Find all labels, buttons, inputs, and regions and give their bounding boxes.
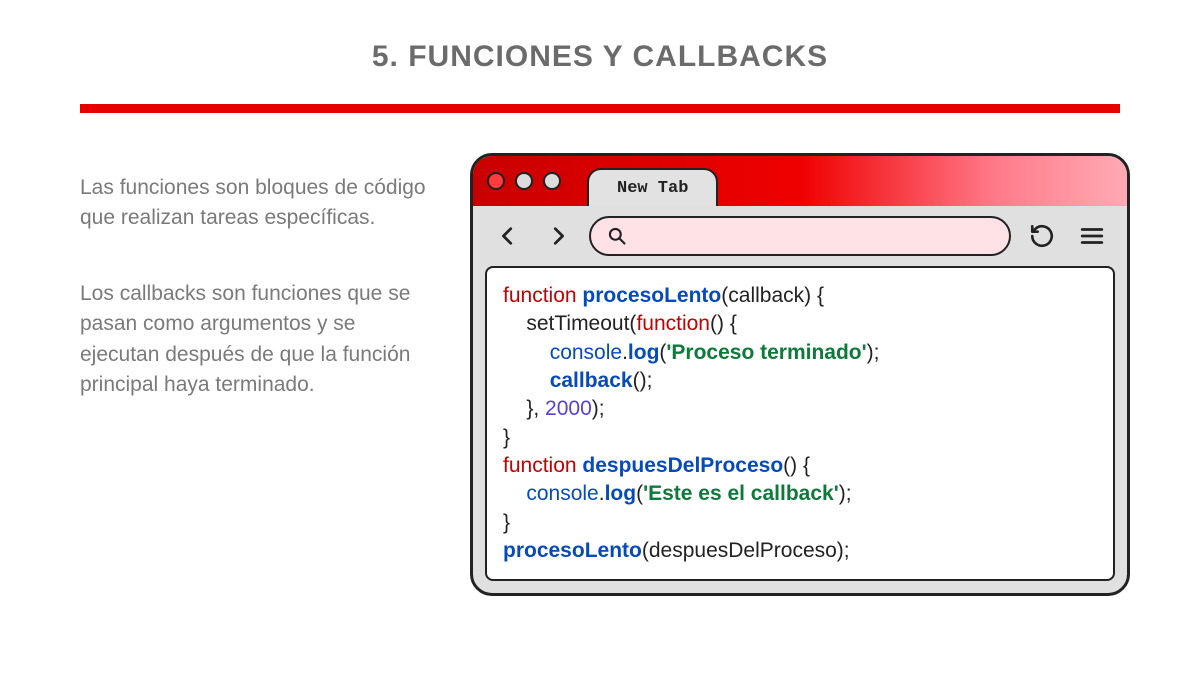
forward-button[interactable] xyxy=(539,217,577,255)
browser-toolbar xyxy=(473,206,1127,266)
browser-titlebar: New Tab xyxy=(473,156,1127,206)
console-ref: console xyxy=(550,341,622,364)
callback-call: callback xyxy=(550,369,633,392)
keyword-function: function xyxy=(503,454,577,477)
browser-tab[interactable]: New Tab xyxy=(587,168,718,206)
hamburger-icon xyxy=(1079,223,1105,249)
keyword-function: function xyxy=(503,284,577,307)
log-method: log xyxy=(605,482,637,505)
code-text: ); xyxy=(592,397,605,420)
fn-name-despuesDelProceso: despuesDelProceso xyxy=(582,454,783,477)
code-text: ); xyxy=(839,482,852,505)
code-text: setTimeout( xyxy=(503,312,636,335)
url-bar[interactable] xyxy=(589,216,1011,256)
code-text xyxy=(503,482,526,505)
window-controls xyxy=(487,172,561,190)
maximize-icon[interactable] xyxy=(543,172,561,190)
keyword-function: function xyxy=(636,312,710,335)
tab-label: New Tab xyxy=(617,179,688,198)
code-area: function procesoLento(callback) { setTim… xyxy=(485,266,1115,581)
console-ref: console xyxy=(526,482,598,505)
number-literal: 2000 xyxy=(545,397,592,420)
code-text: } xyxy=(503,511,510,534)
browser-column: New Tab xyxy=(470,153,1130,596)
code-block: function procesoLento(callback) { setTim… xyxy=(503,282,1097,565)
menu-button[interactable] xyxy=(1073,217,1111,255)
close-icon[interactable] xyxy=(487,172,505,190)
reload-button[interactable] xyxy=(1023,217,1061,255)
code-text: () { xyxy=(783,454,810,477)
back-button[interactable] xyxy=(489,217,527,255)
string-literal: 'Este es el callback' xyxy=(643,482,839,505)
slide: 5. FUNCIONES Y CALLBACKS Las funciones s… xyxy=(0,0,1200,675)
chevron-right-icon xyxy=(547,225,569,247)
title-divider xyxy=(80,104,1120,113)
fn-call-procesoLento: procesoLento xyxy=(503,539,642,562)
code-text: () { xyxy=(710,312,737,335)
code-text: (despuesDelProceso); xyxy=(642,539,850,562)
paragraph-callbacks: Los callbacks son funciones que se pasan… xyxy=(80,279,430,401)
paragraph-functions: Las funciones son bloques de código que … xyxy=(80,173,430,234)
page-title: 5. FUNCIONES Y CALLBACKS xyxy=(80,40,1120,74)
browser-window: New Tab xyxy=(470,153,1130,596)
log-method: log xyxy=(628,341,660,364)
chevron-left-icon xyxy=(497,225,519,247)
reload-icon xyxy=(1029,223,1055,249)
code-text xyxy=(503,369,550,392)
search-icon xyxy=(607,226,627,246)
code-text xyxy=(503,341,550,364)
string-literal: 'Proceso terminado' xyxy=(666,341,866,364)
code-text: }, xyxy=(503,397,545,420)
code-text: ); xyxy=(867,341,880,364)
fn-name-procesoLento: procesoLento xyxy=(582,284,721,307)
code-text: } xyxy=(503,426,510,449)
minimize-icon[interactable] xyxy=(515,172,533,190)
code-text: (); xyxy=(633,369,653,392)
content-row: Las funciones son bloques de código que … xyxy=(80,153,1120,596)
code-text: (callback) { xyxy=(721,284,824,307)
text-column: Las funciones son bloques de código que … xyxy=(80,153,430,596)
